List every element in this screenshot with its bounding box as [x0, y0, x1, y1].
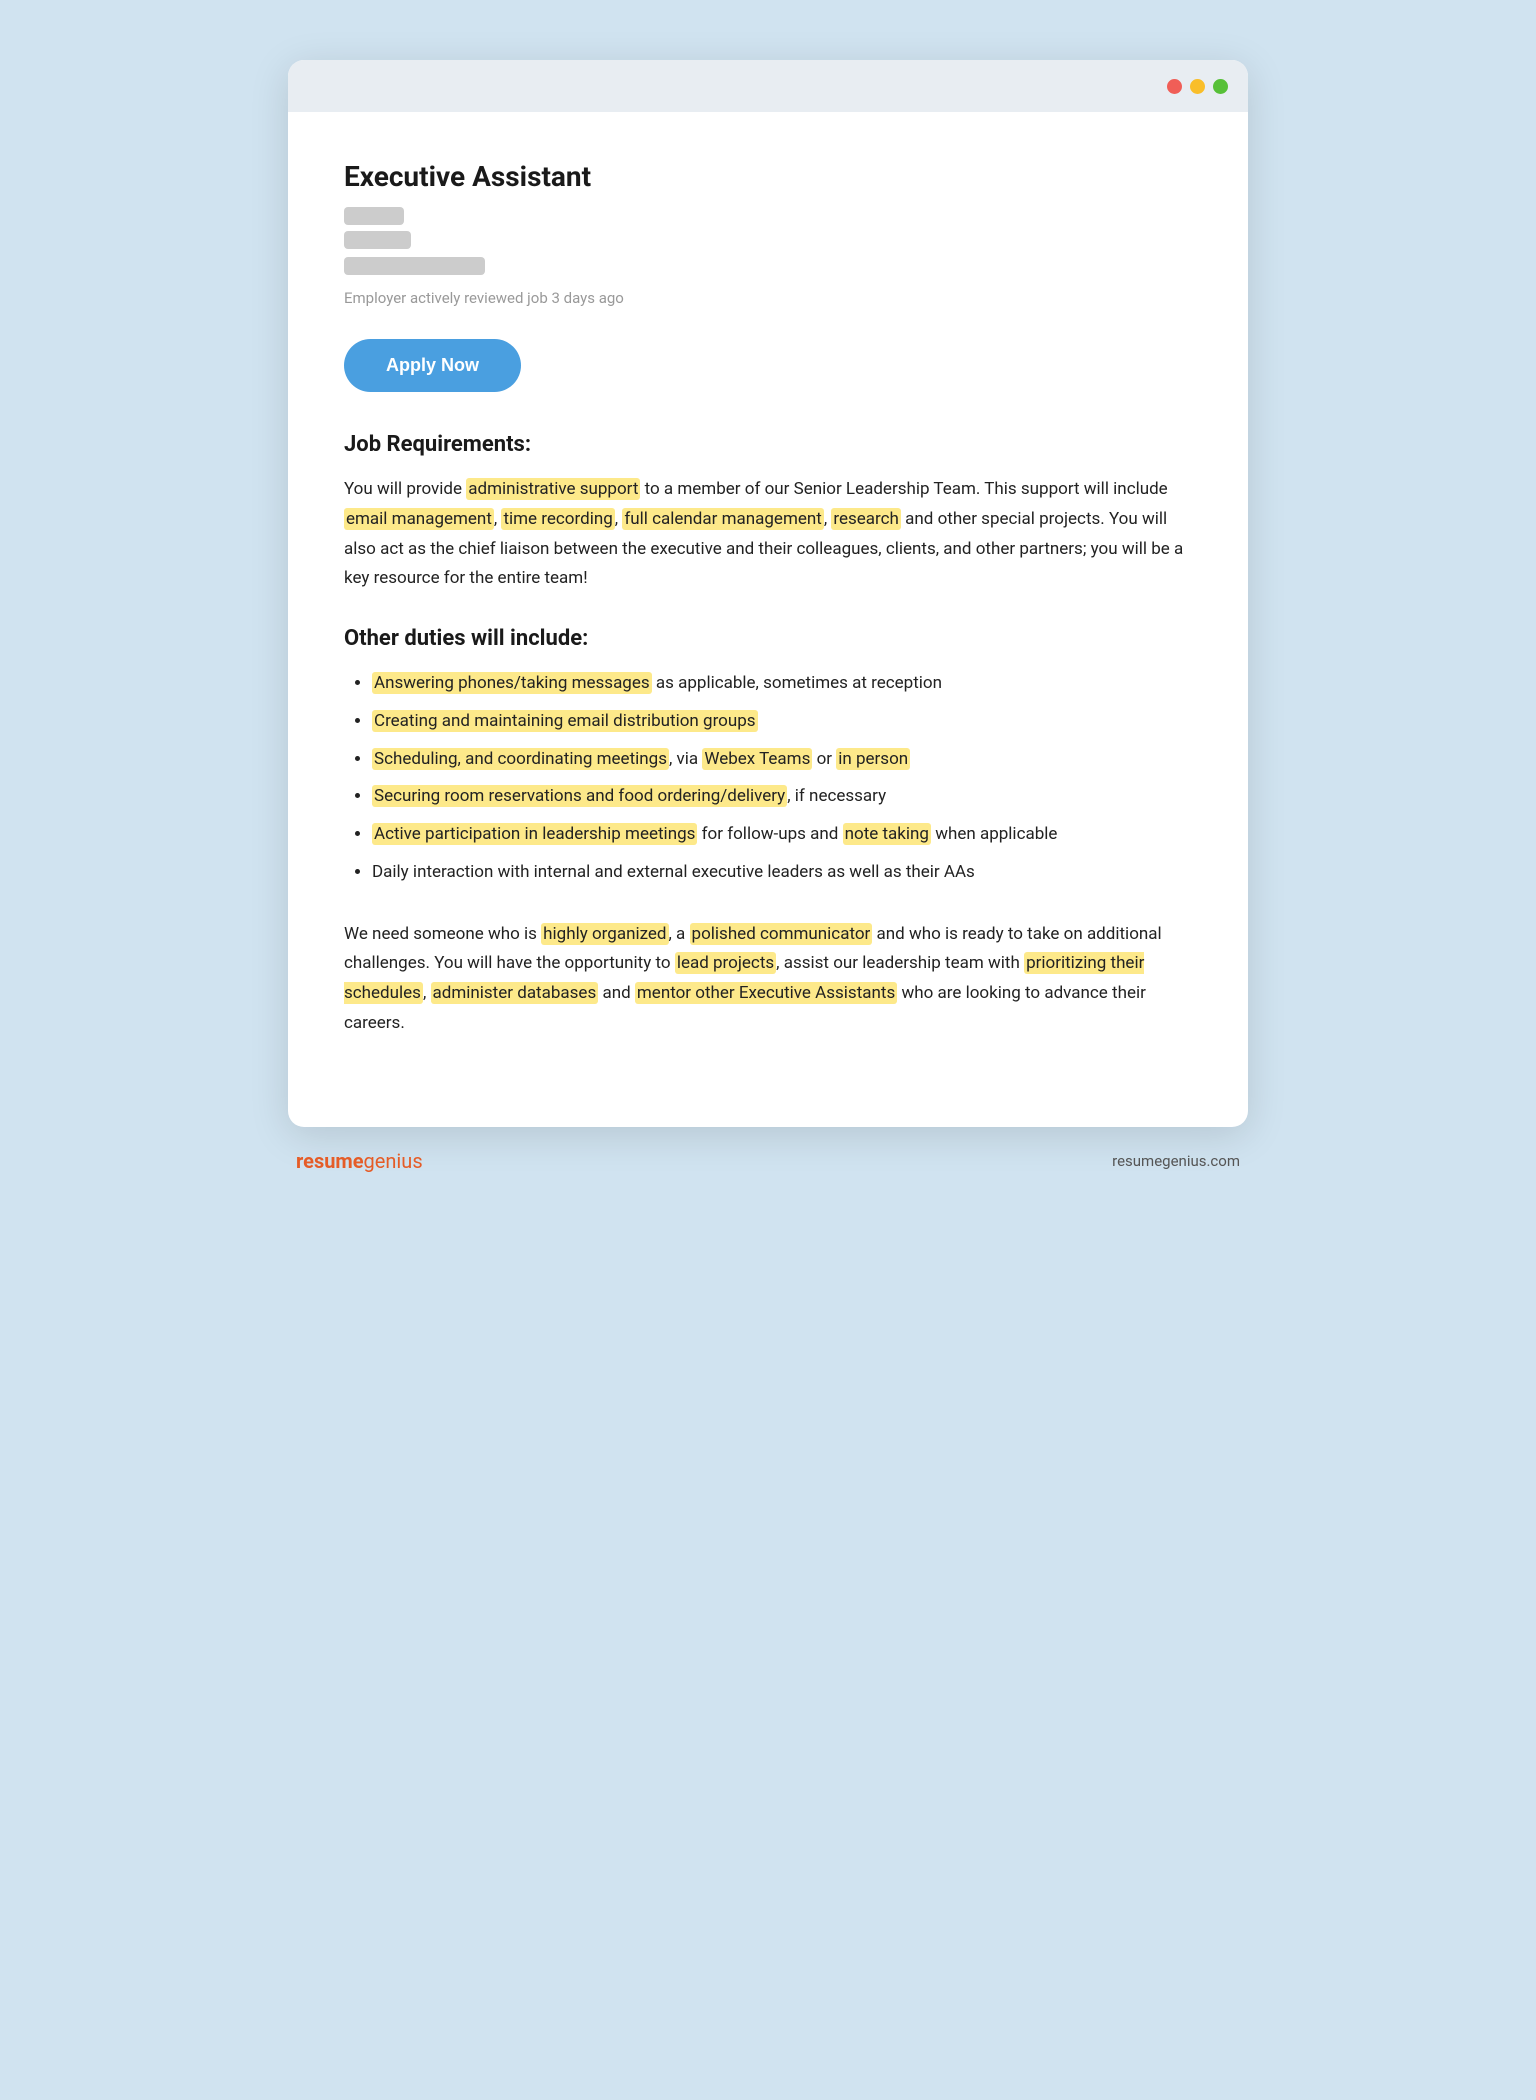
location-redacted	[344, 231, 411, 249]
closing-highlight-mentor-executive-assistants: mentor other Executive Assistants	[635, 982, 897, 1004]
req-highlight-full-calendar-management: full calendar management	[622, 508, 823, 530]
duty-highlight-2: Creating and maintaining email distribut…	[372, 710, 758, 732]
traffic-light-red[interactable]	[1167, 79, 1182, 94]
job-title: Executive Assistant	[344, 160, 1192, 193]
duty-highlight-3b: Webex Teams	[702, 748, 812, 770]
duty-highlight-1: Answering phones/taking messages	[372, 672, 652, 694]
req-highlight-email-management: email management	[344, 508, 494, 530]
closing-text-2: , a	[669, 924, 690, 944]
req-highlight-research: research	[831, 508, 901, 530]
closing-text-1: We need someone who is	[344, 924, 541, 944]
footer-url: resumegenius.com	[1112, 1152, 1240, 1170]
closing-text-5: ,	[423, 983, 431, 1003]
req-text-2: to a member of our Senior Leadership Tea…	[640, 479, 1167, 499]
list-item: Daily interaction with internal and exte…	[372, 858, 1192, 888]
duty-highlight-3c: in person	[836, 748, 910, 770]
closing-text-4: , assist our leadership team with	[776, 953, 1024, 973]
list-item: Securing room reservations and food orde…	[372, 782, 1192, 812]
closing-highlight-lead-projects: lead projects	[675, 952, 776, 974]
list-item: Scheduling, and coordinating meetings, v…	[372, 745, 1192, 775]
duties-list: Answering phones/taking messages as appl…	[344, 669, 1192, 888]
list-item: Answering phones/taking messages as appl…	[372, 669, 1192, 699]
apply-now-button[interactable]: Apply Now	[344, 339, 521, 392]
brand-resume: resume	[296, 1149, 364, 1173]
traffic-lights	[1167, 79, 1228, 94]
requirements-paragraph: You will provide administrative support …	[344, 475, 1192, 594]
requirements-heading: Job Requirements:	[344, 432, 1192, 457]
req-highlight-administrative-support: administrative support	[466, 478, 640, 500]
company-name	[344, 207, 1192, 225]
duty-highlight-5b: note taking	[843, 823, 931, 845]
traffic-light-yellow[interactable]	[1190, 79, 1205, 94]
traffic-light-green[interactable]	[1213, 79, 1228, 94]
req-text-1: You will provide	[344, 479, 466, 499]
closing-highlight-polished-communicator: polished communicator	[690, 923, 873, 945]
company-name-redacted	[344, 207, 404, 225]
closing-highlight-administer-databases: administer databases	[431, 982, 599, 1004]
duty-highlight-5a: Active participation in leadership meeti…	[372, 823, 697, 845]
browser-titlebar	[288, 60, 1248, 112]
browser-window: Executive Assistant Employer actively re…	[288, 60, 1248, 1127]
employer-status: Employer actively reviewed job 3 days ag…	[344, 289, 1192, 307]
footer-brand: resumegenius	[296, 1149, 423, 1173]
duties-heading: Other duties will include:	[344, 626, 1192, 651]
closing-text-6: and	[598, 983, 635, 1003]
salary-type	[344, 257, 1192, 275]
list-item: Creating and maintaining email distribut…	[372, 707, 1192, 737]
salary-redacted	[344, 257, 485, 275]
closing-paragraph: We need someone who is highly organized,…	[344, 920, 1192, 1039]
duty-highlight-3a: Scheduling, and coordinating meetings	[372, 748, 669, 770]
footer-bar: resumegenius resumegenius.com	[288, 1127, 1248, 1173]
content-area: Executive Assistant Employer actively re…	[288, 112, 1248, 1127]
req-highlight-time-recording: time recording	[501, 508, 614, 530]
list-item: Active participation in leadership meeti…	[372, 820, 1192, 850]
duty-highlight-4: Securing room reservations and food orde…	[372, 785, 787, 807]
job-location	[344, 231, 1192, 249]
brand-genius: genius	[364, 1149, 423, 1173]
closing-highlight-highly-organized: highly organized	[541, 923, 668, 945]
